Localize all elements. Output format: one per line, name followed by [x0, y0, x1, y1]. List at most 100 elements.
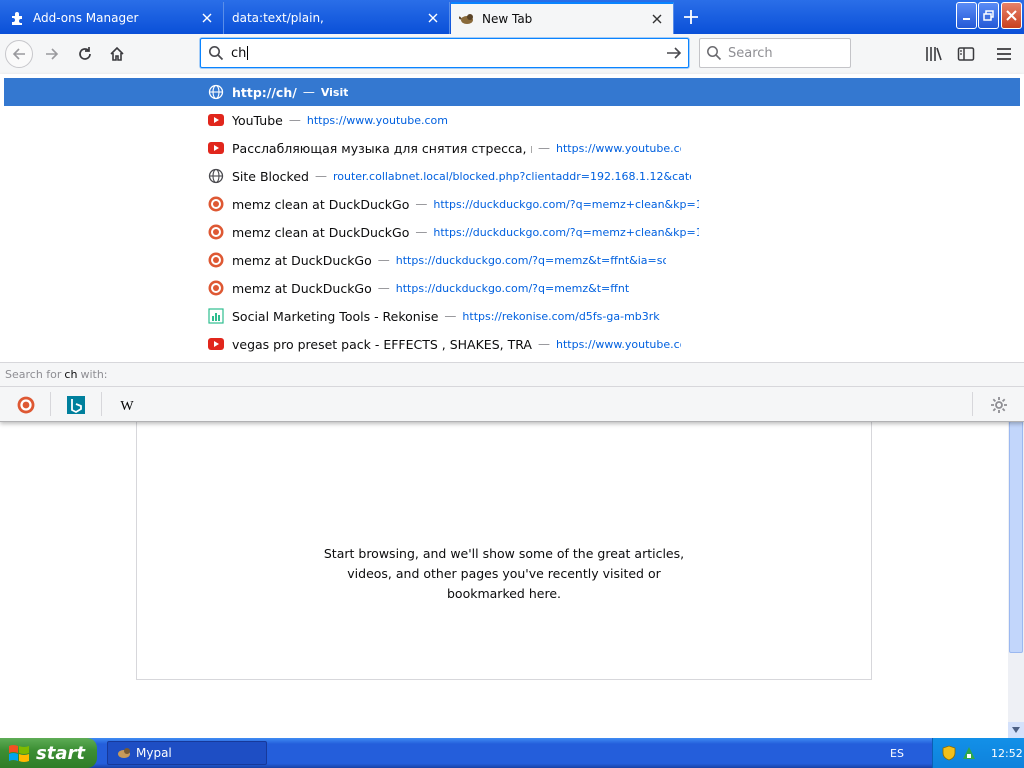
search-bar[interactable]: Search [699, 38, 851, 68]
suggestion-url: https://duckduckgo.com/?q=memz&t=ffnt [395, 281, 630, 295]
network-icon[interactable] [961, 745, 977, 761]
go-arrow-icon[interactable] [660, 45, 688, 61]
suggestion-separator: — [314, 169, 327, 183]
youtube-icon [208, 140, 224, 156]
windows-logo-icon [8, 743, 30, 763]
new-tab-button[interactable] [680, 6, 702, 28]
taskbar-item-label: Mypal [136, 746, 172, 760]
suggestion-title: memz at DuckDuckGo [232, 280, 372, 296]
suggestion-action: Visit [320, 85, 349, 99]
search-icon [201, 45, 231, 61]
one-off-search-engines: W [0, 386, 1024, 421]
library-icon[interactable] [925, 45, 943, 63]
suggestion-row[interactable]: YouTube — https://www.youtube.com [0, 106, 1024, 134]
suggestion-url: https://duckduckgo.com/?q=memz+clean&kp=… [433, 197, 700, 211]
scroll-down-arrow-icon[interactable] [1008, 722, 1024, 738]
suggestion-title: Social Marketing Tools - Rekonise [232, 308, 439, 324]
suggestion-separator: — [415, 197, 428, 211]
url-bar[interactable]: ch [200, 38, 689, 68]
suggestion-row-visit[interactable]: http://ch/ — Visit [4, 78, 1020, 106]
suggestion-row[interactable]: vegas pro preset pack - EFFECTS , SHAKES… [0, 330, 1024, 358]
tab-label: data:text/plain, [232, 11, 324, 25]
restore-button[interactable] [978, 2, 999, 29]
suggestion-row[interactable]: Site Blocked — router.collabnet.local/bl… [0, 162, 1024, 190]
suggestion-title: YouTube [232, 112, 283, 128]
suggestion-title: Расслабляющая музыка для снятия стресса,… [232, 140, 532, 156]
empty-state-line: Start browsing, and we'll show some of t… [323, 546, 685, 561]
suggestion-url: router.collabnet.local/blocked.php?clien… [332, 169, 691, 183]
engine-divider [50, 392, 51, 416]
suggestion-title: Site Blocked [232, 168, 309, 184]
duckduckgo-icon[interactable] [14, 393, 38, 417]
page-scrollbar[interactable] [1008, 421, 1024, 738]
suggestion-url: https://www.youtube.com [556, 141, 681, 155]
close-tab-icon[interactable] [425, 10, 441, 26]
menu-icon[interactable] [995, 45, 1013, 63]
engine-divider [101, 392, 102, 416]
mypal-icon [116, 745, 132, 761]
language-indicator[interactable]: ES [890, 738, 904, 768]
rekonise-icon [208, 308, 224, 324]
bing-icon[interactable] [64, 393, 88, 417]
tab-label: New Tab [482, 12, 533, 26]
suggestion-row[interactable]: memz clean at DuckDuckGo — https://duckd… [0, 190, 1024, 218]
suggestion-row[interactable]: memz clean at DuckDuckGo — https://duckd… [0, 218, 1024, 246]
youtube-icon [208, 112, 224, 128]
suggestion-title: memz clean at DuckDuckGo [232, 224, 410, 240]
taskbar-item-mypal[interactable]: Mypal [107, 741, 267, 765]
minimize-button[interactable] [956, 2, 977, 29]
suggestion-row[interactable]: Расслабляющая музыка для снятия стресса,… [0, 134, 1024, 162]
suggestion-separator: — [444, 309, 457, 323]
security-shield-icon[interactable] [941, 745, 957, 761]
globe-icon [208, 168, 224, 184]
globe-icon [208, 84, 224, 100]
system-tray: 12:52 [932, 738, 1024, 768]
tab-data-text[interactable]: data:text/plain, [224, 2, 450, 34]
close-window-button[interactable] [1001, 2, 1022, 29]
start-button[interactable]: start [0, 738, 97, 768]
tab-strip: Add-ons Manager data:text/plain, New Tab [0, 0, 1024, 34]
windows-taskbar: start Mypal ES 12:52 [0, 738, 1024, 768]
suggestion-url: https://duckduckgo.com/?q=memz+clean&kp=… [433, 225, 700, 239]
empty-state-message: Start browsing, and we'll show some of t… [137, 544, 871, 604]
tab-new-tab[interactable]: New Tab [451, 2, 674, 34]
sidebar-icon[interactable] [957, 45, 975, 63]
suggestion-url: https://www.youtube.com [306, 113, 448, 127]
suggestion-url: https://rekonise.com/d5fs-ga-mb3rk [462, 309, 660, 323]
duckduckgo-icon [208, 252, 224, 268]
close-tab-icon[interactable] [199, 10, 215, 26]
suggestion-url: https://www.youtube.com [556, 337, 681, 351]
tab-addons-manager[interactable]: Add-ons Manager [2, 2, 224, 34]
youtube-icon [208, 336, 224, 352]
suggestion-row[interactable]: memz at DuckDuckGo — https://duckduckgo.… [0, 246, 1024, 274]
suggestion-row[interactable]: memz at DuckDuckGo — https://duckduckgo.… [0, 274, 1024, 302]
wikipedia-icon[interactable]: W [115, 393, 139, 417]
clock[interactable]: 12:52 [991, 747, 1023, 760]
svg-text:W: W [120, 399, 134, 413]
suggestion-separator: — [377, 281, 390, 295]
duckduckgo-icon [208, 224, 224, 240]
search-placeholder[interactable]: Search [728, 46, 773, 61]
suggestion-url: https://duckduckgo.com/?q=memz&t=ffnt&ia… [395, 253, 666, 267]
suggestion-separator: — [288, 113, 301, 127]
home-button[interactable] [103, 40, 131, 68]
back-button[interactable] [5, 40, 33, 68]
search-with-suffix: with: [80, 368, 108, 381]
suggestion-row[interactable]: Social Marketing Tools - Rekonise — http… [0, 302, 1024, 330]
start-label: start [36, 742, 85, 764]
close-tab-icon[interactable] [649, 11, 665, 27]
suggestion-separator: — [377, 253, 390, 267]
url-input[interactable]: ch [231, 46, 660, 61]
suggestion-title: memz clean at DuckDuckGo [232, 196, 410, 212]
suggestion-title: memz at DuckDuckGo [232, 252, 372, 268]
tab-label: Add-ons Manager [33, 11, 139, 25]
reload-button[interactable] [71, 40, 99, 68]
mypal-icon [459, 11, 475, 27]
forward-button[interactable] [38, 40, 66, 68]
scrollbar-thumb[interactable] [1009, 421, 1023, 653]
suggestion-separator: — [302, 85, 315, 99]
search-icon [700, 45, 728, 61]
puzzle-icon [10, 10, 26, 26]
gear-icon[interactable] [987, 393, 1011, 417]
suggestion-separator: — [538, 141, 550, 155]
